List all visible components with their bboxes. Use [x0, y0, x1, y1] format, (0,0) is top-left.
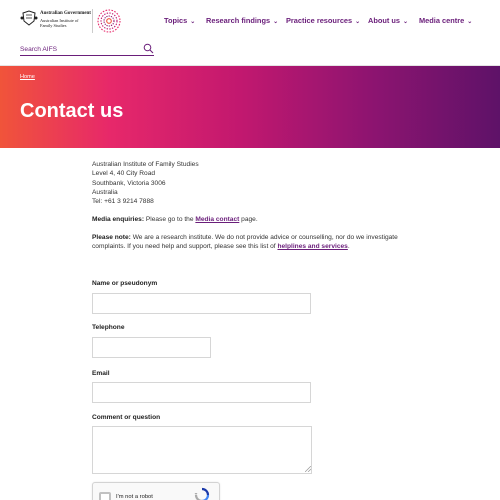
search-input[interactable]: [20, 43, 138, 55]
media-contact-link[interactable]: Media contact: [195, 216, 239, 223]
media-enquiries-label: Media enquiries:: [92, 216, 145, 224]
telephone-label: Telephone: [92, 324, 125, 331]
postal-address: Australian Institute of Family Studies L…: [92, 160, 402, 206]
nav-item-topics[interactable]: Topics ⌄: [164, 16, 195, 25]
resize-grip-icon[interactable]: [305, 466, 311, 472]
nav-item-about-us[interactable]: About us ⌄: [368, 16, 408, 25]
chevron-down-icon: ⌄: [467, 19, 473, 25]
nav-item-research-findings[interactable]: Research findings ⌄: [206, 16, 278, 25]
hero-banner: Home Contact us: [0, 66, 500, 148]
email-label: Email: [92, 370, 110, 377]
name-input[interactable]: [92, 293, 311, 314]
telephone-input[interactable]: [92, 337, 211, 358]
search-bar: [20, 43, 154, 56]
note-text-end: .: [347, 243, 350, 251]
chevron-down-icon: ⌄: [403, 19, 409, 25]
media-text: Please go to the: [144, 216, 196, 224]
breadcrumb-home[interactable]: Home: [20, 74, 35, 80]
name-label: Name or pseudonym: [92, 280, 158, 287]
recaptcha-widget: I'm not a robot: [92, 482, 220, 500]
site-header: Australian Government Australian Institu…: [0, 0, 500, 66]
recaptcha-label: I'm not a robot: [116, 494, 153, 500]
nav-item-practice-resources[interactable]: Practice resources ⌄: [286, 16, 360, 25]
chevron-down-icon: ⌄: [273, 19, 279, 25]
address-line: Australian Institute of Family Studies: [92, 161, 199, 168]
please-note-text: Please note: We are a research institute…: [92, 233, 402, 252]
main-content: Australian Institute of Family Studies L…: [92, 160, 402, 251]
search-icon[interactable]: [143, 43, 154, 54]
address-line: Australia: [92, 188, 118, 196]
nav-item-label: Practice resources: [286, 16, 353, 25]
recaptcha-icon: [194, 487, 210, 500]
chevron-down-icon: ⌄: [190, 19, 196, 25]
page-title: Contact us: [20, 100, 124, 122]
chevron-down-icon: ⌄: [355, 19, 361, 25]
recaptcha-checkbox[interactable]: [99, 492, 111, 500]
nav-item-label: Media centre: [419, 16, 465, 25]
nav-item-media-centre[interactable]: Media centre ⌄: [419, 16, 472, 25]
nav-item-label: About us: [368, 16, 401, 25]
comment-textarea[interactable]: [92, 426, 312, 474]
main-nav: Topics ⌄ Research findings ⌄ Practice reso…: [0, 16, 500, 30]
email-input[interactable]: [92, 382, 311, 403]
phone-number: Tel: +61 3 9214 7888: [92, 198, 154, 206]
media-text-end: page.: [239, 216, 258, 224]
helplines-link[interactable]: helplines and services: [277, 243, 347, 250]
nav-item-label: Research findings: [206, 16, 271, 25]
please-note-label: Please note:: [92, 233, 131, 241]
media-enquiries-text: Media enquiries: Please go to the Media …: [92, 215, 402, 224]
address-line: Level 4, 40 City Road: [92, 170, 156, 178]
address-line: Southbank, Victoria 3006: [92, 179, 166, 187]
note-text: We are a research institute. We do not p…: [92, 233, 398, 251]
nav-item-label: Topics: [164, 16, 188, 25]
comment-label: Comment or question: [92, 414, 161, 421]
